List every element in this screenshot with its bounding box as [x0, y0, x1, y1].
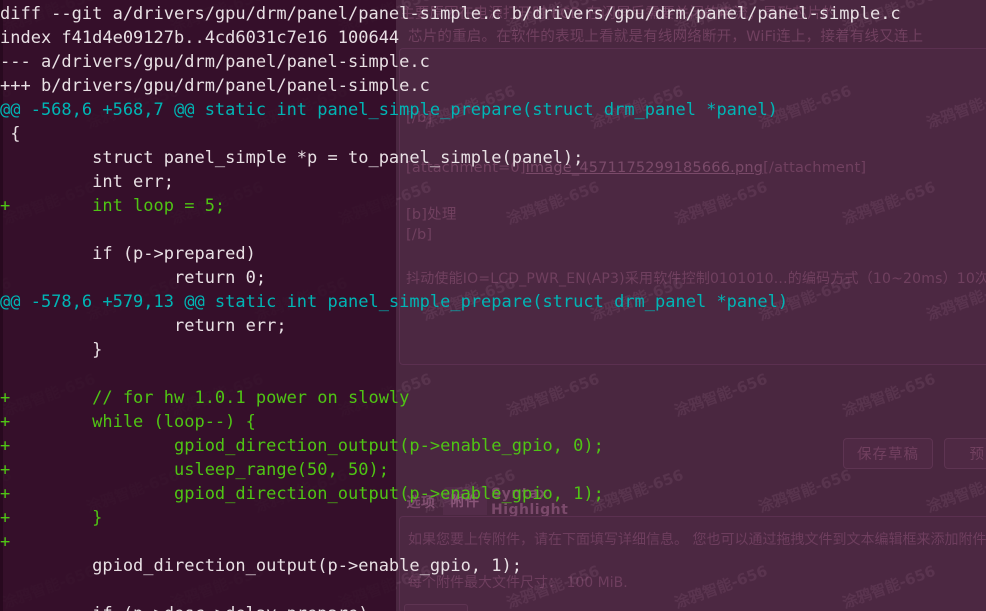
attachment-upload-hint: 如果您要上传附件，请在下面填写详细信息。 您也可以通过拖拽文件到文本编辑框来添加…: [408, 532, 986, 548]
tab-options[interactable]: 选项: [399, 489, 443, 515]
terminal-left-edge: [0, 0, 3, 611]
attachment-bbcode-suffix: [/attachment]: [763, 160, 867, 176]
post-body-line: 主要原因在电源打开时 LCD 在闪屏后需要关闭的电流，导致芯片的: [400, 6, 837, 22]
terminal-window[interactable]: [0, 0, 396, 611]
add-file-button[interactable]: 添加文件: [404, 604, 468, 611]
tab-attachments[interactable]: 附件: [443, 487, 487, 515]
post-body-line: 抖动使能IO=LCD_PWR_EN(AP3)采用软件控制0101010...的编…: [406, 271, 986, 287]
screenshot-root: 主要原因在电源打开时 LCD 在闪屏后需要关闭的电流，导致芯片的 芯片的重启。在…: [0, 0, 986, 611]
save-draft-button[interactable]: 保存草稿: [843, 438, 933, 469]
attachment-bbcode-line: [attachment=0]image_4571175299185666.png…: [406, 160, 866, 176]
bbcode-line: [/b]: [406, 227, 433, 243]
attachment-file-link[interactable]: image_4571175299185666.png: [526, 160, 763, 176]
post-body-line: 芯片的重启。在软件的表现上看就是有线网络断开，WiFi连上，接着有线又连上: [408, 29, 924, 45]
attachment-bbcode-prefix: [attachment=0]: [406, 160, 526, 176]
tab-syntax-highlight[interactable]: Syntax Highlight: [491, 486, 615, 518]
bbcode-line: [b]处理: [406, 207, 457, 223]
attachment-size-limit-text: 每个附件最大文件尺寸： 100 MiB.: [408, 575, 628, 591]
post-editor-textarea[interactable]: [399, 48, 986, 365]
bbcode-line: [/b]: [406, 110, 433, 126]
preview-button[interactable]: 预览: [944, 438, 986, 469]
